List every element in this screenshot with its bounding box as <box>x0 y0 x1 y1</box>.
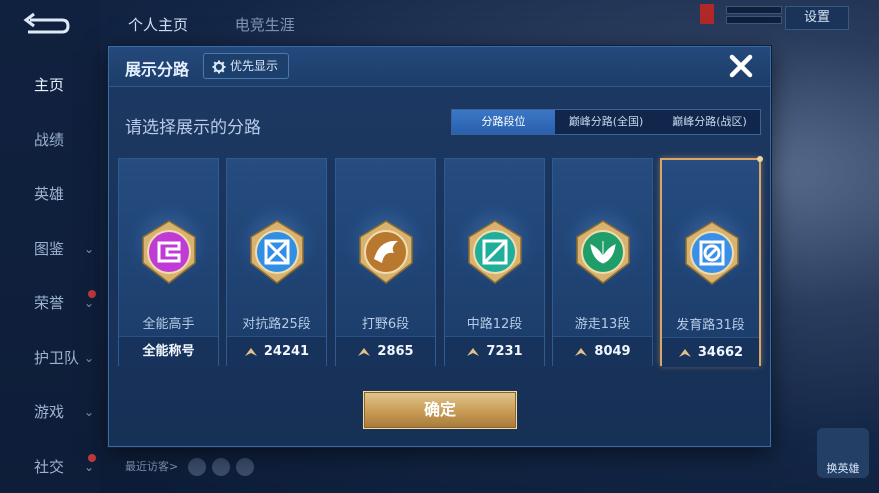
sidebar-item-label: 荣誉 <box>34 294 65 312</box>
tab-peak-lane-national[interactable]: 巅峰分路(全国) <box>555 110 657 134</box>
lane-card-roam[interactable]: 游走13段 8049 <box>552 158 653 366</box>
priority-display-button[interactable]: 优先显示 <box>203 53 290 79</box>
confirm-button[interactable]: 确定 <box>363 391 517 429</box>
recent-visitors-label: 最近访客> <box>125 460 179 473</box>
sidebar: 主页 战绩 英雄 图鉴 ⌄ 荣誉 ⌄ 护卫队 ⌄ 游戏 ⌄ 社交 ⌄ <box>0 58 100 493</box>
dialog-title: 展示分路 <box>125 60 190 79</box>
chevron-down-icon: ⌄ <box>83 296 94 310</box>
lane-name: 游走13段 <box>574 317 631 332</box>
lane-type-tabs: 分路段位 巅峰分路(全国) 巅峰分路(战区) <box>451 109 761 135</box>
points-icon <box>358 347 371 356</box>
priority-display-label: 优先显示 <box>230 59 279 73</box>
sidebar-item-label: 图鉴 <box>34 239 65 258</box>
chevron-down-icon: ⌄ <box>83 241 94 256</box>
sidebar-item-label: 游戏 <box>34 403 65 421</box>
tab-peak-lane-region[interactable]: 巅峰分路(战区) <box>657 110 762 134</box>
sidebar-item-honor[interactable]: 荣誉 ⌄ <box>0 276 100 331</box>
sidebar-item-label: 英雄 <box>34 185 65 203</box>
avatar[interactable] <box>211 458 230 476</box>
lane-footer-text: 全能称号 <box>142 344 195 359</box>
allround-emblem-icon <box>142 220 196 284</box>
sidebar-item-records[interactable]: 战绩 <box>0 113 100 168</box>
lane-display-dialog: 展示分路 优先显示 请选择展示的分路 分路段位 巅峰分路(全国) 巅峰分路(战区… <box>108 46 771 447</box>
points-icon <box>575 347 588 356</box>
chevron-down-icon: ⌄ <box>83 459 94 474</box>
dialog-subtitle: 请选择展示的分路 <box>125 118 261 138</box>
lane-card-jungle[interactable]: 打野6段 2865 <box>335 158 436 366</box>
lane-footer-text: 7231 <box>486 344 523 359</box>
lane-name: 全能高手 <box>142 317 195 332</box>
switch-hero-label: 换英雄 <box>826 462 860 475</box>
dialog-header: 展示分路 优先显示 <box>109 47 770 87</box>
lane-footer-text: 8049 <box>594 344 631 359</box>
lane-card-farm[interactable]: 发育路31段 34662 <box>660 156 763 367</box>
lane-card-allround[interactable]: 全能高手 全能称号 <box>118 158 219 366</box>
lane-points: 8049 <box>553 336 652 366</box>
sidebar-item-codex[interactable]: 图鉴 ⌄ <box>0 222 100 277</box>
avatar[interactable] <box>235 458 254 476</box>
visitor-avatars <box>182 458 254 476</box>
lane-footer-text: 34662 <box>697 345 744 360</box>
sidebar-item-label: 护卫队 <box>34 348 80 367</box>
chevron-down-icon: ⌄ <box>83 405 94 419</box>
lane-points: 34662 <box>662 337 759 367</box>
mid-lane-emblem-icon <box>468 220 522 284</box>
roam-emblem-icon <box>576 220 630 284</box>
lane-card-list: 全能高手 全能称号 对抗路25段 24241 打野6段 2865 中路12段 7… <box>118 156 763 367</box>
tab-lane-rank[interactable]: 分路段位 <box>452 110 555 134</box>
sidebar-item-label: 社交 <box>34 457 65 476</box>
lane-card-mid[interactable]: 中路12段 7231 <box>444 158 545 366</box>
clash-lane-emblem-icon <box>250 220 304 284</box>
recent-visitors[interactable]: 最近访客> <box>125 458 254 476</box>
switch-hero-button[interactable]: 换英雄 <box>817 428 869 478</box>
lane-name: 发育路31段 <box>676 318 745 333</box>
jungle-emblem-icon <box>359 220 413 284</box>
avatar[interactable] <box>187 458 206 476</box>
chevron-down-icon: ⌄ <box>83 350 94 365</box>
gear-icon <box>212 60 226 73</box>
points-icon <box>244 347 257 356</box>
lane-points: 24241 <box>227 336 326 366</box>
tab-esports-career[interactable]: 电竞生涯 <box>235 16 295 34</box>
tab-profile-home[interactable]: 个人主页 <box>128 16 188 34</box>
farm-lane-emblem-icon <box>685 221 739 285</box>
lane-points: 7231 <box>445 336 544 366</box>
lane-title-label: 全能称号 <box>119 336 218 366</box>
sidebar-item-heroes[interactable]: 英雄 <box>0 167 100 222</box>
points-icon <box>467 347 480 356</box>
sidebar-item-game[interactable]: 游戏 ⌄ <box>0 385 100 440</box>
lane-footer-text: 24241 <box>263 344 310 359</box>
sidebar-item-guard-team[interactable]: 护卫队 ⌄ <box>0 331 100 386</box>
status-badge <box>700 4 782 28</box>
close-icon[interactable] <box>726 51 756 81</box>
back-arrow-icon[interactable] <box>22 12 72 38</box>
settings-button[interactable]: 设置 <box>785 6 849 30</box>
lane-footer-text: 2865 <box>377 344 414 359</box>
lane-points: 2865 <box>336 336 435 366</box>
lane-card-clash[interactable]: 对抗路25段 24241 <box>226 158 327 366</box>
points-icon <box>678 348 691 357</box>
flag-icon <box>700 4 714 24</box>
selected-marker <box>757 156 763 162</box>
lane-name: 中路12段 <box>466 317 523 332</box>
top-tabs: 个人主页 电竞生涯 <box>128 14 337 35</box>
sidebar-item-label: 战绩 <box>34 130 65 149</box>
sidebar-item-label: 主页 <box>34 76 65 94</box>
lane-name: 打野6段 <box>361 317 410 332</box>
sidebar-item-home[interactable]: 主页 <box>0 58 100 113</box>
lane-name: 对抗路25段 <box>242 317 311 332</box>
sidebar-item-social[interactable]: 社交 ⌄ <box>0 440 100 493</box>
